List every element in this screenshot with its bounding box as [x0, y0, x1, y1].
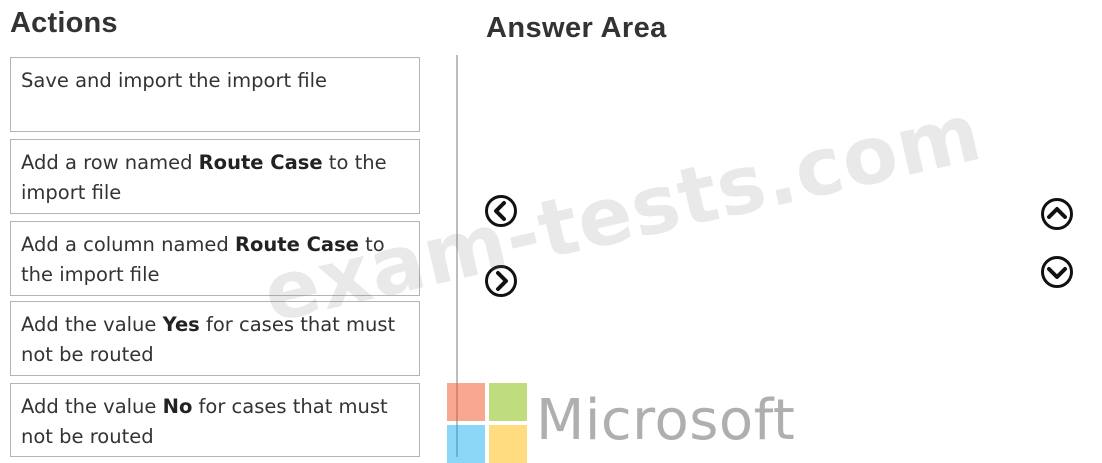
- action-item-text: Save and import the import file: [21, 69, 328, 92]
- microsoft-wordmark: Microsoft: [536, 388, 796, 453]
- action-item-text-bold: Route Case: [234, 233, 359, 256]
- actions-heading: Actions: [10, 7, 118, 39]
- chevron-up-circle-icon: [1041, 198, 1073, 230]
- action-item-add-row[interactable]: Add a row named Route Case to the import…: [10, 139, 420, 214]
- chevron-left-circle-icon: [485, 195, 517, 227]
- chevron-right-circle-icon: [485, 265, 517, 297]
- chevron-down-circle-icon: [1041, 256, 1073, 288]
- move-up-button[interactable]: [1040, 197, 1074, 231]
- action-item-text-bold: Yes: [162, 313, 200, 336]
- action-item-add-value-yes[interactable]: Add the value Yes for cases that must no…: [10, 301, 420, 376]
- action-item-add-value-no[interactable]: Add the value No for cases that must not…: [10, 383, 420, 457]
- action-item-text-bold: Route Case: [198, 151, 323, 174]
- move-right-button[interactable]: [484, 264, 518, 298]
- move-left-button[interactable]: [484, 194, 518, 228]
- move-down-button[interactable]: [1040, 255, 1074, 289]
- action-item-text-before: Add a row named: [21, 151, 199, 174]
- action-item-add-column[interactable]: Add a column named Route Case to the imp…: [10, 221, 420, 296]
- action-item-text-before: Add a column named: [21, 233, 235, 256]
- section-divider: [456, 55, 458, 457]
- answer-area-heading: Answer Area: [486, 12, 667, 44]
- action-item-text-before: Add the value: [21, 313, 163, 336]
- action-item-save-import[interactable]: Save and import the import file: [10, 57, 420, 132]
- microsoft-logo-icon: [447, 383, 527, 463]
- action-item-text-before: Add the value: [21, 395, 163, 418]
- action-item-text-bold: No: [162, 395, 193, 418]
